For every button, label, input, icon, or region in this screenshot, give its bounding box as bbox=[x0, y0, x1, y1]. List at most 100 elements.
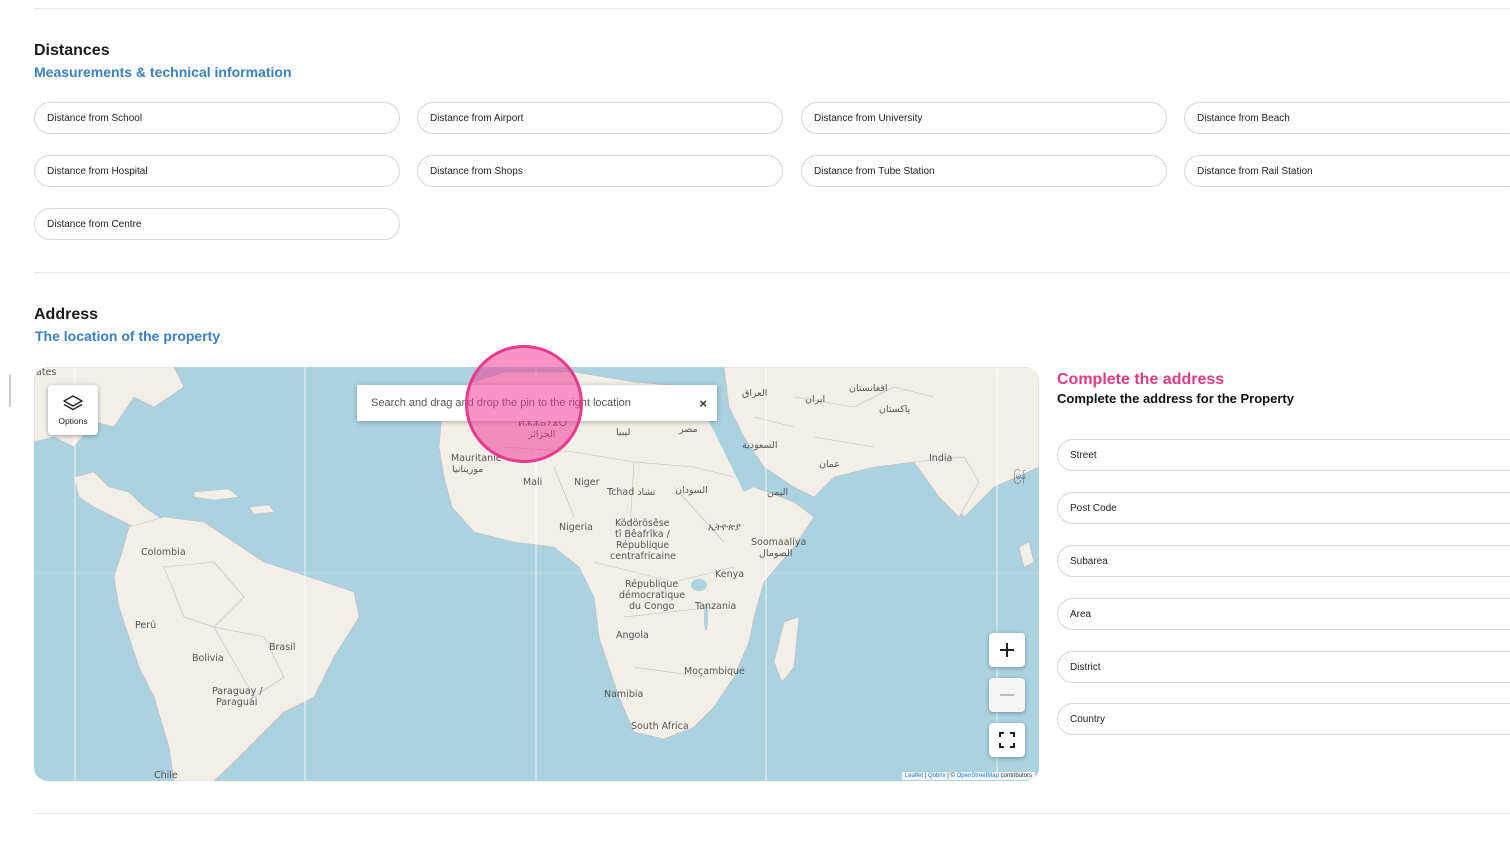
map-label: العراق bbox=[742, 388, 768, 399]
distance-university-field[interactable] bbox=[801, 102, 1167, 134]
map-label: ليبيا bbox=[616, 427, 631, 438]
map-label: السعودية bbox=[742, 440, 778, 451]
layer-options-button[interactable]: Options bbox=[48, 385, 98, 435]
distance-hospital-input[interactable] bbox=[47, 165, 399, 177]
address-title: Address bbox=[34, 306, 99, 323]
layers-icon bbox=[63, 395, 83, 411]
complete-address-title: Complete the address bbox=[1057, 371, 1225, 388]
map-label: ایران bbox=[805, 394, 826, 405]
fullscreen-icon bbox=[999, 732, 1015, 748]
map-label: ኢትዮጵያ bbox=[708, 522, 741, 533]
complete-address-subtitle: Complete the address for the Property bbox=[1057, 391, 1294, 406]
map-label: Colombia bbox=[141, 547, 186, 558]
district-input[interactable] bbox=[1070, 661, 1510, 673]
attribution-contributors: contributors bbox=[998, 773, 1032, 779]
map-search-input[interactable] bbox=[371, 397, 700, 409]
distance-tube-station-field[interactable] bbox=[801, 155, 1167, 187]
map-label: tî Bêafrîka / bbox=[615, 529, 670, 540]
distances-subtitle: Measurements & technical information bbox=[34, 64, 292, 80]
osm-link[interactable]: OpenStreetMap bbox=[957, 773, 999, 779]
scroll-marker bbox=[9, 375, 11, 407]
map-label: الصومال bbox=[759, 548, 793, 559]
map-label: ates bbox=[36, 367, 57, 378]
distance-shops-field[interactable] bbox=[417, 155, 783, 187]
map-label: پاکستان bbox=[879, 404, 911, 415]
map-attribution: Leaflet | Qobrix | © OpenStreetMap contr… bbox=[902, 772, 1035, 780]
map-label: Tanzania bbox=[695, 601, 737, 612]
fullscreen-button[interactable] bbox=[989, 723, 1025, 757]
map-label: République bbox=[625, 579, 679, 590]
distance-rail-station-field[interactable] bbox=[1184, 155, 1510, 187]
map-label: Mauritanie bbox=[451, 453, 502, 464]
map-label: South Africa bbox=[631, 721, 689, 732]
map-label: démocratique bbox=[619, 590, 686, 601]
minus-icon bbox=[1000, 694, 1014, 696]
distance-centre-field[interactable] bbox=[34, 208, 400, 240]
map-search-box[interactable]: × bbox=[357, 385, 717, 421]
map-label: افغانستان bbox=[849, 383, 888, 394]
post-code-field[interactable] bbox=[1057, 492, 1510, 524]
area-field[interactable] bbox=[1057, 598, 1510, 630]
distance-airport-field[interactable] bbox=[417, 102, 783, 134]
map-label: Chile bbox=[154, 770, 178, 781]
clear-icon[interactable]: × bbox=[699, 396, 707, 411]
district-field[interactable] bbox=[1057, 651, 1510, 683]
address-subtitle: The location of the property bbox=[35, 328, 221, 344]
property-form-page: Distances Measurements & technical infor… bbox=[0, 0, 1510, 844]
map-label: Namibia bbox=[604, 689, 644, 700]
top-divider bbox=[34, 8, 1510, 9]
map-label: du Congo bbox=[629, 601, 675, 612]
options-label: Options bbox=[58, 416, 88, 426]
map-label: عمان bbox=[819, 459, 841, 470]
section-divider bbox=[34, 272, 1510, 273]
distance-airport-input[interactable] bbox=[430, 112, 782, 124]
zoom-out-button[interactable] bbox=[989, 678, 1025, 712]
distance-centre-input[interactable] bbox=[47, 218, 399, 230]
distance-hospital-field[interactable] bbox=[34, 155, 400, 187]
distance-shops-input[interactable] bbox=[430, 165, 782, 177]
qobrix-link[interactable]: Qobrix bbox=[928, 773, 946, 779]
distance-school-input[interactable] bbox=[47, 112, 399, 124]
street-input[interactable] bbox=[1070, 449, 1510, 461]
map-label: Angola bbox=[616, 630, 649, 641]
distances-title: Distances bbox=[34, 42, 110, 59]
distance-rail-station-input[interactable] bbox=[1197, 165, 1510, 177]
map-label: Tchad تشاد bbox=[607, 487, 656, 498]
map-label: Ködörösêse bbox=[615, 518, 670, 529]
map-label: Perú bbox=[135, 620, 157, 631]
map-label: Kenya bbox=[715, 569, 745, 580]
map-label: Bolivia bbox=[192, 653, 224, 664]
map-label: مصر bbox=[679, 424, 698, 435]
country-input[interactable] bbox=[1070, 713, 1510, 725]
area-input[interactable] bbox=[1070, 608, 1510, 620]
map-label: India bbox=[929, 453, 953, 464]
map-label: Paraguái bbox=[216, 697, 258, 708]
post-code-input[interactable] bbox=[1070, 502, 1510, 514]
street-field[interactable] bbox=[1057, 439, 1510, 471]
map-label: Nigeria bbox=[559, 522, 593, 533]
distance-beach-field[interactable] bbox=[1184, 102, 1510, 134]
subarea-field[interactable] bbox=[1057, 545, 1510, 577]
map-label: موريتانيا bbox=[452, 464, 484, 475]
subarea-input[interactable] bbox=[1070, 555, 1510, 567]
map-label: centrafricaine bbox=[610, 551, 676, 562]
map-label: السودان bbox=[675, 485, 708, 496]
distance-university-input[interactable] bbox=[814, 112, 1166, 124]
location-map[interactable]: ates Mauritanie موريتانيا Mali Niger Tch… bbox=[34, 367, 1039, 781]
leaflet-link[interactable]: Leaflet bbox=[905, 773, 923, 779]
map-label: Soomaaliya bbox=[751, 537, 807, 548]
country-field[interactable] bbox=[1057, 703, 1510, 735]
map-label: Mali bbox=[523, 477, 543, 488]
zoom-in-button[interactable] bbox=[989, 633, 1025, 667]
map-label: Niger bbox=[574, 477, 600, 488]
distance-beach-input[interactable] bbox=[1197, 112, 1510, 124]
bottom-divider bbox=[34, 813, 1510, 814]
map-label: Brasil bbox=[269, 642, 296, 653]
map-label: Paraguay / bbox=[212, 686, 263, 697]
attribution-separator: | © bbox=[945, 773, 957, 779]
distance-school-field[interactable] bbox=[34, 102, 400, 134]
map-label: اليمن bbox=[767, 487, 789, 498]
distance-tube-station-input[interactable] bbox=[814, 165, 1166, 177]
map-label: الجزائر bbox=[528, 429, 556, 440]
plus-icon bbox=[1000, 643, 1014, 657]
